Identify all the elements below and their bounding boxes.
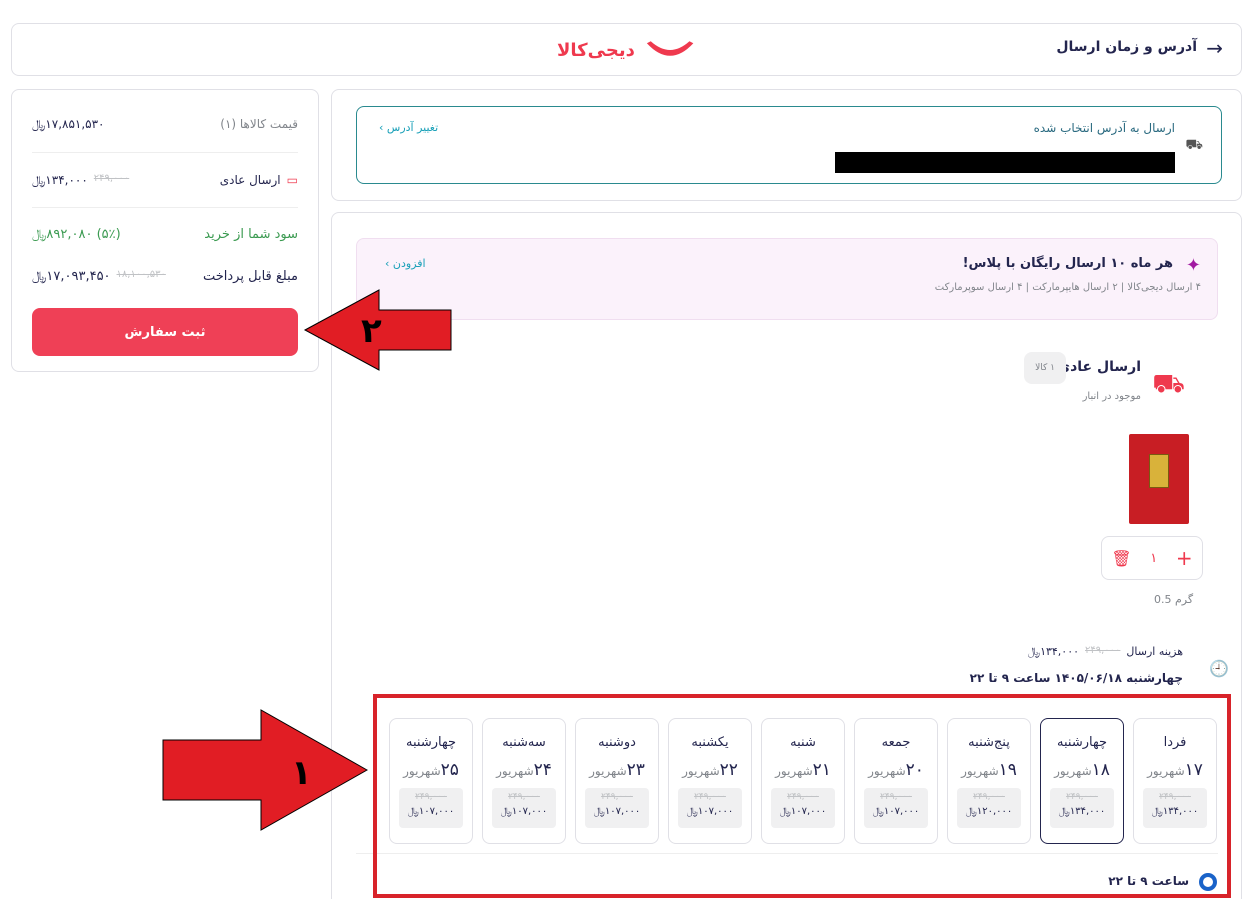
arrow-1-label: ۱ — [291, 753, 312, 793]
shipping-old-price: ۲۴۹,۰۰۰ — [93, 172, 130, 184]
plus-promo-banner: ✦ هر ماه ۱۰ ارسال رایگان با پلاس! ۴ ارسا… — [356, 238, 1218, 320]
arrow-2-label: ۲ — [361, 311, 382, 351]
profit-row: سود شما از خرید (۵٪) ۸۹۲,۰۸۰﷼ — [32, 224, 298, 244]
plus-subtitle: ۴ ارسال دیجی‌کالا | ۲ ارسال هایپرمارکت |… — [934, 282, 1201, 293]
plus-add-link[interactable]: افزودن › — [385, 257, 426, 270]
logo-text: دیجی‌کالا — [557, 39, 635, 61]
shipment-title: ارسال عادی — [1057, 359, 1141, 375]
shipping-row: ▭ ارسال عادی ۲۴۹,۰۰۰ ۱۳۴,۰۰۰﷼ — [32, 170, 298, 190]
shipping-value: ۱۳۴,۰۰۰﷼ — [32, 172, 88, 187]
items-price-label: قیمت کالاها (۱) — [220, 117, 298, 131]
shipping-cost-label: هزینه ارسال — [1126, 645, 1183, 658]
shipping-cost-value: ۱۳۴,۰۰۰﷼ — [1027, 645, 1080, 658]
payable-old-price: ۱۸,۱۰۰,۵۳۰ — [116, 268, 166, 280]
order-summary: قیمت کالاها (۱) ۱۷,۸۵۱,۵۳۰﷼ ▭ ارسال عادی… — [11, 89, 319, 372]
quantity-stepper[interactable]: 🗑 ۱ + — [1101, 536, 1203, 580]
payable-row: مبلغ قابل پرداخت ۱۸,۱۰۰,۵۳۰ ۱۷,۰۹۳,۴۵۰﷼ — [32, 266, 298, 286]
highlight-frame — [373, 694, 1231, 898]
shipping-cost-old: ۲۴۹,۰۰۰ — [1085, 645, 1121, 656]
delete-icon[interactable]: 🗑 — [1111, 549, 1131, 568]
product-weight: 0.5 گرم — [1154, 593, 1194, 606]
payable-value: ۱۷,۰۹۳,۴۵۰﷼ — [32, 268, 111, 284]
shipping-cost-row: هزینه ارسال ۲۴۹,۰۰۰ ۱۳۴,۰۰۰﷼ — [1028, 645, 1183, 659]
selected-delivery-time: چهارشنبه ۱۴۰۵/۰۶/۱۸ ساعت ۹ تا ۲۲ — [969, 671, 1183, 685]
plus-icon[interactable]: + — [1176, 546, 1193, 570]
quantity-value: ۱ — [1150, 550, 1158, 566]
address-title: ارسال به آدرس انتخاب شده — [1033, 121, 1175, 135]
address-section: ⛟ ارسال به آدرس انتخاب شده تغییر آدرس › — [331, 89, 1242, 201]
items-price-row: قیمت کالاها (۱) ۱۷,۸۵۱,۵۳۰﷼ — [32, 114, 298, 134]
redacted-address — [835, 152, 1175, 173]
digikala-logo[interactable]: دیجی‌کالا — [557, 37, 697, 63]
annotation-arrow-2: ۲ — [303, 289, 452, 371]
truck-icon: ▭ — [286, 173, 298, 187]
shipping-label: ارسال عادی — [219, 173, 281, 187]
back-arrow-icon[interactable]: → — [1206, 36, 1223, 60]
profit-label: سود شما از خرید — [204, 226, 298, 242]
plus-title: هر ماه ۱۰ ارسال رایگان با پلاس! — [962, 256, 1173, 271]
plus-sparkle-icon: ✦ — [1185, 255, 1201, 276]
page-title: آدرس و زمان ارسال — [1056, 39, 1197, 55]
clock-icon: 🕘 — [1209, 659, 1229, 678]
annotation-arrow-1: ۱ — [162, 709, 369, 831]
delivery-truck-icon: ⛟ — [1185, 137, 1203, 153]
shipment-truck-icon: ⛟ — [1152, 369, 1185, 399]
logo-smile-icon — [646, 41, 694, 56]
profit-value: (۵٪) ۸۹۲,۰۸۰﷼ — [32, 226, 121, 242]
stock-status: موجود در انبار — [1082, 391, 1141, 402]
product-image[interactable] — [1129, 434, 1189, 524]
address-box: ⛟ ارسال به آدرس انتخاب شده تغییر آدرس › — [356, 106, 1222, 184]
items-price-value: ۱۷,۸۵۱,۵۳۰﷼ — [32, 116, 105, 131]
item-count-badge: ۱ کالا — [1024, 352, 1066, 384]
payable-label: مبلغ قابل پرداخت — [202, 268, 298, 284]
change-address-link[interactable]: تغییر آدرس › — [379, 121, 438, 134]
submit-order-button[interactable]: ثبت سفارش — [32, 308, 298, 356]
